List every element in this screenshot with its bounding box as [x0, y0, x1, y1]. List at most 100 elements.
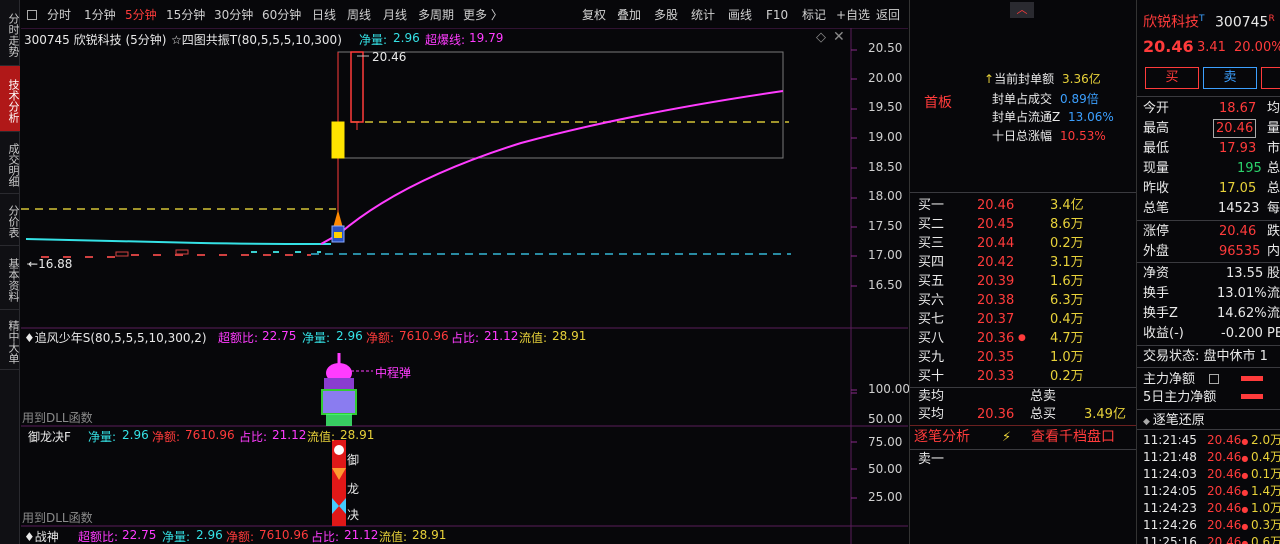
sub3-label: 净量:	[162, 530, 191, 544]
buy-button[interactable]: 买	[1145, 67, 1199, 89]
zongmai-label: 总卖	[1030, 389, 1057, 404]
tab-5min[interactable]: 5分钟	[125, 4, 157, 26]
seal-value: 3.36亿	[1062, 72, 1101, 86]
tab-30min[interactable]: 30分钟	[214, 4, 253, 26]
maijun-label: 卖均	[918, 389, 945, 404]
tab-more[interactable]: 更多 〉	[463, 4, 503, 26]
sub1-value: 28.91	[552, 329, 587, 343]
sub2-value: 21.12	[272, 428, 307, 442]
seal-value: 0.89倍	[1060, 92, 1099, 106]
tab-month[interactable]: 月线	[383, 4, 407, 26]
chart-canvas[interactable]	[21, 28, 908, 544]
buy-volume: 3.4亿	[1050, 198, 1084, 213]
stat-value: 17.05	[1219, 181, 1257, 196]
yaxis-label: 50.00	[868, 412, 903, 426]
tab-multi-period[interactable]: 多周期	[418, 4, 454, 26]
yaxis-label: 18.00	[868, 189, 903, 203]
sub1-title[interactable]: ♦追风少年S(80,5,5,5,10,300,2)	[24, 329, 207, 346]
stat-label: 收益(-)	[1143, 326, 1184, 341]
tick-volume: 0.6万	[1251, 535, 1280, 544]
tab-week[interactable]: 周线	[347, 4, 371, 26]
seal-label: 十日总涨幅	[992, 129, 1053, 143]
tab-fenjia[interactable]: 分价表	[0, 194, 20, 246]
fuquan-button[interactable]: 复权	[582, 4, 606, 26]
yaxis-label: 17.00	[868, 248, 903, 262]
buy-level-label: 买五	[918, 274, 945, 289]
buyjun-label: 买均	[918, 407, 945, 422]
sub1-label: 超额比:	[218, 331, 259, 345]
stat-label: 今开	[1143, 101, 1170, 116]
sub2-title[interactable]: 御龙决F	[28, 428, 71, 445]
sell-button[interactable]: 卖	[1203, 67, 1257, 89]
tab-1min[interactable]: 1分钟	[84, 4, 116, 26]
zhuli-bar	[1241, 376, 1263, 381]
collapse-icon[interactable]: ︿	[1010, 2, 1034, 18]
stat-value: -0.200	[1221, 326, 1263, 341]
zhuli5-bar	[1241, 394, 1263, 399]
trade-status: 交易状态: 盘中休市 1	[1143, 349, 1268, 364]
zhubi-fenxi-link[interactable]: 逐笔分析	[914, 428, 970, 447]
qiandang-link[interactable]: 查看千档盘口	[1031, 428, 1115, 447]
add-watchlist-button[interactable]: +自选	[836, 4, 870, 26]
chaobao-value: 19.79	[469, 31, 504, 45]
sub1-label: 占比:	[451, 331, 480, 345]
f10-button[interactable]: F10	[766, 4, 788, 26]
sub1-label: 流值:	[519, 331, 548, 345]
zhuli-label: 主力净额	[1143, 372, 1196, 387]
buy-price: 20.39	[977, 274, 1015, 289]
yaxis-label: 75.00	[868, 435, 903, 449]
stat-label: 昨收	[1143, 181, 1170, 196]
tab-day[interactable]: 日线	[312, 4, 336, 26]
multi-stock-button[interactable]: 多股	[654, 4, 678, 26]
tab-jishu[interactable]: 技术分析	[0, 66, 20, 132]
buy-volume: 0.4万	[1050, 312, 1084, 327]
buy-volume: 8.6万	[1050, 217, 1084, 232]
list-icon[interactable]	[1209, 374, 1219, 384]
overlay-button[interactable]: 叠加	[617, 4, 641, 26]
zhubi-section[interactable]: ◆ 逐笔还原	[1143, 411, 1205, 430]
vertical-tab-bar: 分时走势 技术分析 成交明细 分价表 基本资料 精中大单	[0, 0, 20, 544]
draw-button[interactable]: 画线	[728, 4, 752, 26]
back-button[interactable]: 返回	[876, 4, 900, 26]
mark-button[interactable]: 标记	[802, 4, 826, 26]
high-price-label: 20.46	[372, 50, 407, 64]
sub1-value: 21.12	[484, 329, 519, 343]
rocket-icon	[331, 210, 345, 243]
sub1-value: 7610.96	[399, 329, 449, 343]
zhongchengdan-label: 中程弹	[375, 366, 412, 380]
tab-60min[interactable]: 60分钟	[262, 4, 301, 26]
dll-note: 用到DLL函数	[22, 411, 93, 425]
indicator-name[interactable]: ☆四图共振T(80,5,5,5,10,300)	[171, 31, 342, 48]
yaxis-label: 100.00	[868, 382, 910, 396]
diamond-icon[interactable]: ◇	[816, 30, 826, 45]
stock-name: 欣锐科技T	[1143, 14, 1205, 31]
stat-label: 股	[1267, 266, 1280, 281]
sub3-title[interactable]: ♦战神	[24, 528, 59, 544]
close-icon[interactable]: ✕	[833, 29, 845, 45]
sub3-value: 22.75	[122, 528, 157, 542]
tab-15min[interactable]: 15分钟	[166, 4, 205, 26]
lightning-icon: ⚡	[1002, 430, 1012, 445]
yaxis-label: 19.50	[868, 100, 903, 114]
stat-label: 外盘	[1143, 244, 1170, 259]
buy-volume: 6.3万	[1050, 293, 1084, 308]
more-button[interactable]	[1261, 67, 1280, 89]
tab-dadan[interactable]: 精中大单	[0, 310, 20, 370]
tab-jiben[interactable]: 基本资料	[0, 246, 20, 310]
sub1-label: 净额:	[366, 331, 395, 345]
stats-button[interactable]: 统计	[691, 4, 715, 26]
tick-time: 11:25:16	[1143, 535, 1197, 544]
tab-fenshi[interactable]: 分时走势	[0, 0, 20, 66]
tab-chengjiao[interactable]: 成交明细	[0, 132, 20, 194]
tab-fenshi-period[interactable]: 分时	[47, 4, 71, 26]
yaxis-label: 17.50	[868, 219, 903, 233]
yulong-icon	[332, 440, 346, 526]
buy-level-label: 买六	[918, 293, 945, 308]
stat-label: 流	[1267, 306, 1280, 321]
yaxis-label: 20.50	[868, 41, 903, 55]
zongmai2-label: 总买	[1030, 407, 1057, 422]
jingliang-label: 净量:	[359, 33, 388, 47]
kline-chart-area: 300745 欣锐科技 (5分钟) ☆四图共振T(80,5,5,5,10,300…	[21, 28, 910, 544]
stat-label: 最低	[1143, 141, 1170, 156]
checkbox-icon[interactable]	[27, 10, 37, 20]
